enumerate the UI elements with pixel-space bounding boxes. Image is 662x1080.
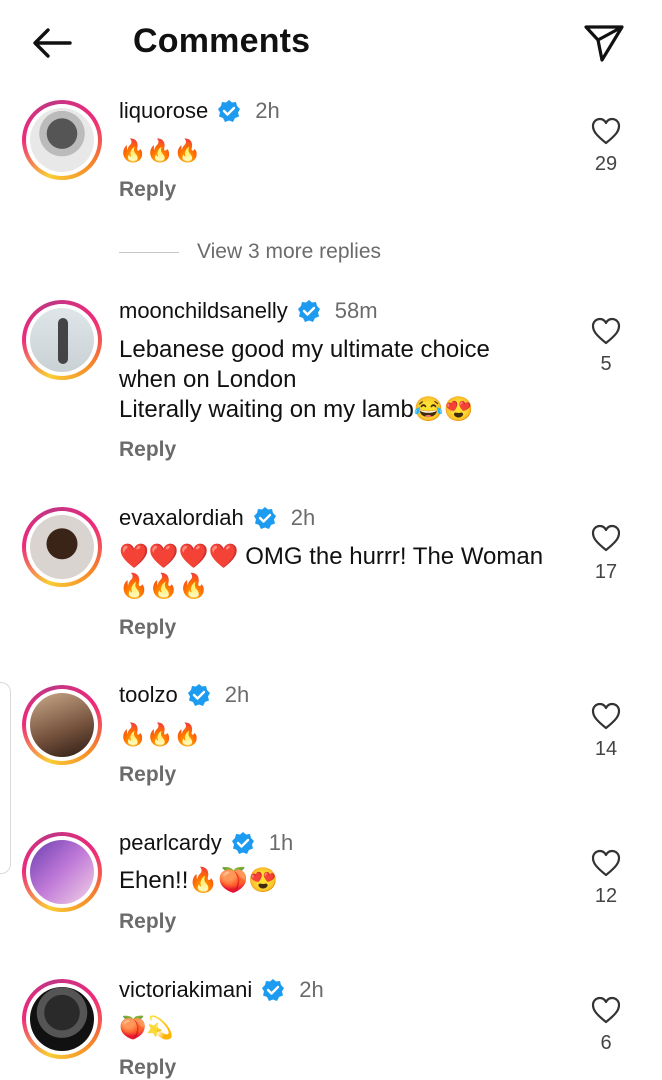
comment-text: 🔥🔥🔥 xyxy=(119,722,202,747)
reply-button[interactable]: Reply xyxy=(119,763,176,787)
username[interactable]: toolzo xyxy=(119,682,178,708)
avatar[interactable] xyxy=(22,300,102,380)
username[interactable]: moonchildsanelly xyxy=(119,298,288,324)
view-more-label[interactable]: View 3 more replies xyxy=(197,240,381,264)
like-count: 12 xyxy=(594,885,618,907)
view-more-replies[interactable]: View 3 more replies xyxy=(119,240,381,264)
arrow-left-icon[interactable] xyxy=(30,24,74,62)
reply-button[interactable]: Reply xyxy=(119,910,176,934)
comment-text: 🔥🔥🔥 xyxy=(119,138,202,163)
verified-badge-icon xyxy=(187,684,210,706)
comment-time: 2h xyxy=(299,977,324,1002)
avatar[interactable] xyxy=(22,100,102,180)
reply-button[interactable]: Reply xyxy=(119,178,176,202)
page-title: Comments xyxy=(133,22,311,60)
avatar[interactable] xyxy=(22,832,102,912)
comment-text: Lebanese good my ultimate choice when on… xyxy=(119,336,490,423)
side-edge-handle[interactable] xyxy=(0,682,11,874)
comment-time: 58m xyxy=(334,298,378,323)
reply-button[interactable]: Reply xyxy=(119,438,176,462)
heart-icon[interactable] xyxy=(590,848,622,878)
comment-time: 1h xyxy=(268,830,294,855)
divider xyxy=(119,251,179,253)
comment-meta: victoriakimani 2h xyxy=(119,977,324,1003)
heart-icon[interactable] xyxy=(590,116,622,146)
username[interactable]: liquorose xyxy=(119,98,208,124)
verified-badge-icon xyxy=(253,507,276,529)
avatar[interactable] xyxy=(22,507,102,587)
comment-meta: pearlcardy 1h xyxy=(119,830,293,856)
reply-button[interactable]: Reply xyxy=(119,1056,176,1080)
verified-badge-icon xyxy=(262,979,285,1001)
comment-meta: toolzo 2h xyxy=(119,682,249,708)
like-count: 6 xyxy=(600,1032,612,1054)
like-count: 14 xyxy=(594,738,618,760)
username[interactable]: victoriakimani xyxy=(119,977,252,1003)
like-count: 17 xyxy=(594,561,618,583)
paper-plane-icon[interactable] xyxy=(582,22,626,64)
username[interactable]: pearlcardy xyxy=(119,830,222,856)
comment-time: 2h xyxy=(255,98,280,123)
avatar[interactable] xyxy=(22,979,102,1059)
comment-meta: liquorose 2h xyxy=(119,98,280,124)
verified-badge-icon xyxy=(297,300,320,322)
heart-icon[interactable] xyxy=(590,995,622,1025)
reply-button[interactable]: Reply xyxy=(119,616,176,640)
comment-time: 2h xyxy=(290,505,316,530)
like-count: 29 xyxy=(594,153,618,175)
comment-time: 2h xyxy=(224,682,250,707)
header-bar: Comments xyxy=(0,0,662,86)
comment-meta: evaxalordiah 2h xyxy=(119,505,315,531)
comment-meta: moonchildsanelly 58m xyxy=(119,298,378,324)
comment-text: 🍑💫 xyxy=(119,1015,174,1040)
heart-icon[interactable] xyxy=(590,523,622,553)
verified-badge-icon xyxy=(231,832,254,854)
heart-icon[interactable] xyxy=(590,316,622,346)
like-count: 5 xyxy=(600,353,612,375)
comment-text: ❤️❤️❤️❤️ OMG the hurrr! The Woman 🔥🔥🔥 xyxy=(119,543,544,600)
comment-text: Ehen!!🔥🍑😍 xyxy=(119,867,279,894)
heart-icon[interactable] xyxy=(590,701,622,731)
username[interactable]: evaxalordiah xyxy=(119,505,244,531)
verified-badge-icon xyxy=(218,100,241,122)
avatar[interactable] xyxy=(22,685,102,765)
